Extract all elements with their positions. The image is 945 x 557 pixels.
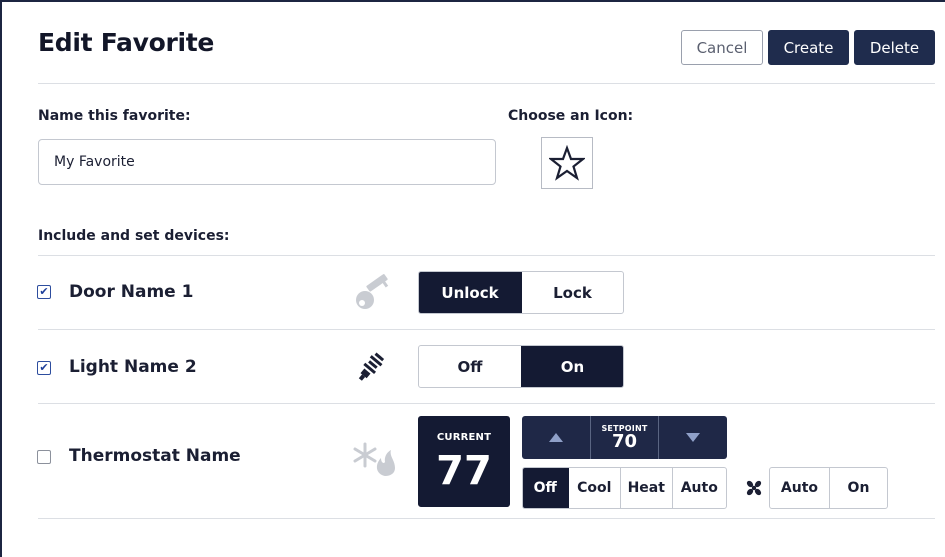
delete-button[interactable]: Delete (854, 30, 935, 65)
favorite-name-input[interactable] (38, 139, 496, 185)
icon-picker[interactable] (541, 137, 593, 189)
page-title: Edit Favorite (38, 28, 215, 57)
mode-cool-option[interactable]: Cool (567, 468, 620, 508)
device-name-light: Light Name 2 (69, 357, 197, 377)
thermostat-include-checkbox[interactable] (37, 450, 51, 464)
devices-label: Include and set devices: (38, 228, 230, 244)
row-divider (38, 329, 935, 330)
setpoint-up-button[interactable] (522, 416, 590, 459)
thermostat-mode-toggle: Off Cool Heat Auto (522, 467, 727, 509)
mode-off-option[interactable]: Off (523, 468, 568, 508)
setpoint-display: SETPOINT 70 (590, 416, 659, 459)
star-outline-icon (549, 145, 585, 181)
device-name-door: Door Name 1 (69, 282, 194, 302)
name-label: Name this favorite: (38, 108, 191, 124)
fan-icon (746, 480, 762, 496)
key-icon (356, 274, 389, 309)
fan-auto-option[interactable]: Auto (770, 468, 829, 508)
bottom-divider (38, 518, 935, 519)
setpoint-down-button[interactable] (659, 416, 727, 459)
door-lock-toggle: Unlock Lock (418, 271, 624, 314)
triangle-down-icon (686, 433, 700, 442)
current-temperature-display: CURRENT 77 (418, 416, 510, 507)
lock-option[interactable]: Lock (521, 272, 623, 313)
light-off-option[interactable]: Off (419, 346, 521, 387)
light-bulb-icon (358, 352, 385, 381)
mode-heat-option[interactable]: Heat (620, 468, 672, 508)
devices-top-divider (38, 255, 935, 256)
current-value: 77 (436, 448, 492, 494)
icon-label: Choose an Icon: (508, 108, 634, 124)
light-on-option[interactable]: On (521, 346, 623, 387)
cancel-button[interactable]: Cancel (681, 30, 763, 65)
mode-auto-option[interactable]: Auto (671, 468, 726, 508)
create-button[interactable]: Create (768, 30, 849, 65)
snowflake-flame-icon (353, 442, 395, 476)
door-include-checkbox[interactable]: ✔ (37, 285, 51, 299)
device-name-thermostat: Thermostat Name (69, 446, 241, 466)
setpoint-control: SETPOINT 70 (522, 416, 727, 459)
current-label: CURRENT (436, 432, 492, 443)
fan-mode-toggle: Auto On (769, 467, 888, 509)
fan-on-option[interactable]: On (828, 468, 887, 508)
setpoint-value: 70 (611, 431, 638, 452)
header-divider (38, 83, 935, 84)
triangle-up-icon (549, 433, 563, 442)
light-include-checkbox[interactable]: ✔ (37, 361, 51, 375)
check-icon: ✔ (39, 285, 49, 298)
unlock-option[interactable]: Unlock (419, 272, 521, 313)
row-divider (38, 403, 935, 404)
edit-favorite-panel: Edit Favorite Cancel Create Delete Name … (0, 0, 945, 557)
light-power-toggle: Off On (418, 345, 624, 388)
check-icon: ✔ (39, 361, 49, 374)
